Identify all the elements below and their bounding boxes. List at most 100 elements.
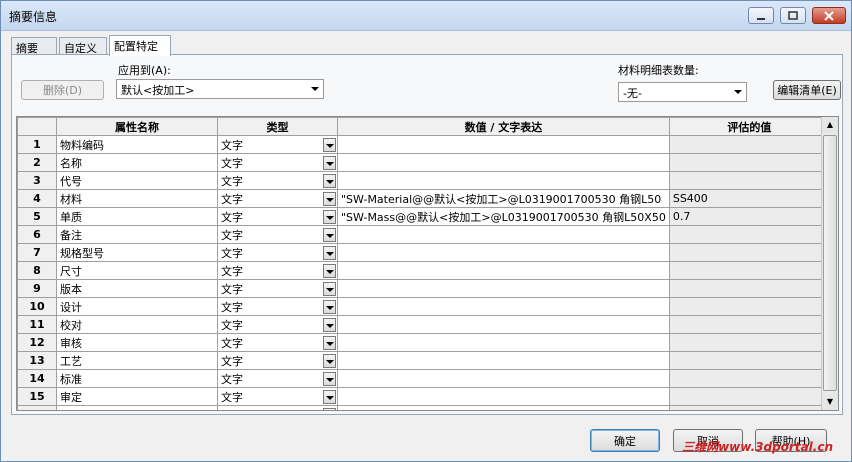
value-expression-cell[interactable]: "SW-Material@@默认<按加工>@L0319001700530 角钢L… — [337, 189, 670, 208]
type-cell[interactable]: 文字 — [217, 297, 338, 316]
ok-button[interactable]: 确定 — [590, 429, 660, 452]
chevron-down-icon[interactable] — [323, 192, 336, 206]
property-name-cell[interactable]: 物料编码 — [56, 135, 218, 154]
tab-config-specific[interactable]: 配置特定 — [109, 35, 171, 56]
chevron-down-icon[interactable] — [323, 156, 336, 170]
chevron-down-icon[interactable] — [323, 318, 336, 332]
table-row[interactable]: 8 尺寸 文字 — [17, 261, 830, 280]
scroll-up-arrow-icon[interactable]: ▲ — [822, 117, 838, 133]
edit-list-button[interactable]: 编辑清单(E) — [773, 80, 841, 100]
value-expression-cell[interactable] — [337, 171, 670, 190]
table-row[interactable]: 7 规格型号 文字 — [17, 243, 830, 262]
value-expression-cell[interactable] — [337, 135, 670, 154]
type-cell[interactable]: 文字 — [217, 279, 338, 298]
property-name-cell[interactable]: 工艺 — [56, 351, 218, 370]
header-evaluated-value[interactable]: 评估的值 — [668, 117, 830, 136]
property-name-cell[interactable]: 单质 — [56, 207, 218, 226]
table-row[interactable]: 16 日期 日期 — [17, 405, 830, 410]
property-name-cell[interactable]: 日期 — [56, 405, 218, 410]
property-name-cell[interactable]: 标准 — [56, 369, 218, 388]
value-expression-cell[interactable] — [337, 261, 670, 280]
table-row[interactable]: 10 设计 文字 — [17, 297, 830, 316]
property-name-cell[interactable]: 代号 — [56, 171, 218, 190]
bom-quantity-select[interactable]: -无- — [618, 82, 747, 102]
vertical-scrollbar[interactable]: ▲ ▼ — [821, 117, 838, 410]
value-expression-cell[interactable] — [337, 351, 670, 370]
value-expression-cell[interactable] — [337, 369, 670, 388]
chevron-down-icon[interactable] — [323, 354, 336, 368]
value-expression-cell[interactable] — [337, 225, 670, 244]
type-cell[interactable]: 文字 — [217, 171, 338, 190]
value-expression-cell[interactable] — [337, 153, 670, 172]
table-row[interactable]: 9 版本 文字 — [17, 279, 830, 298]
chevron-down-icon[interactable] — [323, 390, 336, 404]
value-expression-cell[interactable] — [337, 387, 670, 406]
value-expression-cell[interactable] — [337, 297, 670, 316]
table-row[interactable]: 5 单质 文字 "SW-Mass@@默认<按加工>@L0319001700530 角钢… — [17, 207, 830, 226]
property-name-cell[interactable]: 审定 — [56, 387, 218, 406]
apply-to-select[interactable]: 默认<按加工> — [116, 79, 324, 99]
table-row[interactable]: 13 工艺 文字 — [17, 351, 830, 370]
type-cell[interactable]: 文字 — [217, 351, 338, 370]
value-expression-cell[interactable] — [337, 315, 670, 334]
value-expression-cell[interactable]: "SW-Mass@@默认<按加工>@L0319001700530 角钢L50X5… — [337, 207, 670, 226]
header-value-expression[interactable]: 数值 / 文字表达 — [337, 117, 670, 136]
chevron-down-icon[interactable] — [323, 210, 336, 224]
property-name-cell[interactable]: 审核 — [56, 333, 218, 352]
table-row[interactable]: 4 材料 文字 "SW-Material@@默认<按加工>@L031900170053… — [17, 189, 830, 208]
value-expression-cell[interactable] — [337, 333, 670, 352]
chevron-down-icon[interactable] — [323, 282, 336, 296]
chevron-down-icon[interactable] — [323, 372, 336, 386]
chevron-down-icon[interactable] — [323, 228, 336, 242]
table-row[interactable]: 11 校对 文字 — [17, 315, 830, 334]
value-expression-cell[interactable] — [337, 243, 670, 262]
type-cell[interactable]: 日期 — [217, 405, 338, 410]
property-name-cell[interactable]: 校对 — [56, 315, 218, 334]
maximize-button[interactable] — [780, 7, 806, 24]
type-cell[interactable]: 文字 — [217, 243, 338, 262]
value-expression-cell[interactable] — [337, 279, 670, 298]
property-name-cell[interactable]: 材料 — [56, 189, 218, 208]
table-row[interactable]: 6 备注 文字 — [17, 225, 830, 244]
tab-custom[interactable]: 自定义 — [59, 37, 107, 55]
table-row[interactable]: 2 名称 文字 — [17, 153, 830, 172]
header-property-name[interactable]: 属性名称 — [56, 117, 218, 136]
type-cell[interactable]: 文字 — [217, 333, 338, 352]
type-cell[interactable]: 文字 — [217, 207, 338, 226]
delete-button[interactable]: 删除(D) — [21, 80, 104, 100]
chevron-down-icon[interactable] — [323, 264, 336, 278]
table-row[interactable]: 15 审定 文字 — [17, 387, 830, 406]
minimize-button[interactable] — [748, 7, 774, 24]
table-row[interactable]: 12 审核 文字 — [17, 333, 830, 352]
chevron-down-icon[interactable] — [323, 408, 336, 410]
scroll-down-arrow-icon[interactable]: ▼ — [822, 394, 838, 410]
table-row[interactable]: 1 物料编码 文字 — [17, 135, 830, 154]
type-cell[interactable]: 文字 — [217, 153, 338, 172]
chevron-down-icon[interactable] — [323, 138, 336, 152]
type-cell[interactable]: 文字 — [217, 369, 338, 388]
property-name-cell[interactable]: 名称 — [56, 153, 218, 172]
chevron-down-icon[interactable] — [323, 246, 336, 260]
tab-summary[interactable]: 摘要 — [11, 37, 57, 55]
property-name-cell[interactable]: 设计 — [56, 297, 218, 316]
value-expression-cell[interactable] — [337, 405, 670, 410]
header-corner[interactable] — [17, 117, 57, 136]
header-type[interactable]: 类型 — [217, 117, 338, 136]
property-name-cell[interactable]: 备注 — [56, 225, 218, 244]
property-name-cell[interactable]: 规格型号 — [56, 243, 218, 262]
table-row[interactable]: 14 标准 文字 — [17, 369, 830, 388]
table-row[interactable]: 3 代号 文字 — [17, 171, 830, 190]
type-cell[interactable]: 文字 — [217, 225, 338, 244]
chevron-down-icon[interactable] — [323, 300, 336, 314]
type-cell[interactable]: 文字 — [217, 315, 338, 334]
type-cell[interactable]: 文字 — [217, 387, 338, 406]
chevron-down-icon[interactable] — [323, 336, 336, 350]
chevron-down-icon[interactable] — [323, 174, 336, 188]
type-cell[interactable]: 文字 — [217, 189, 338, 208]
property-name-cell[interactable]: 尺寸 — [56, 261, 218, 280]
type-cell[interactable]: 文字 — [217, 261, 338, 280]
type-cell[interactable]: 文字 — [217, 135, 338, 154]
property-name-cell[interactable]: 版本 — [56, 279, 218, 298]
scroll-thumb[interactable] — [823, 135, 837, 391]
close-button[interactable] — [812, 7, 846, 24]
